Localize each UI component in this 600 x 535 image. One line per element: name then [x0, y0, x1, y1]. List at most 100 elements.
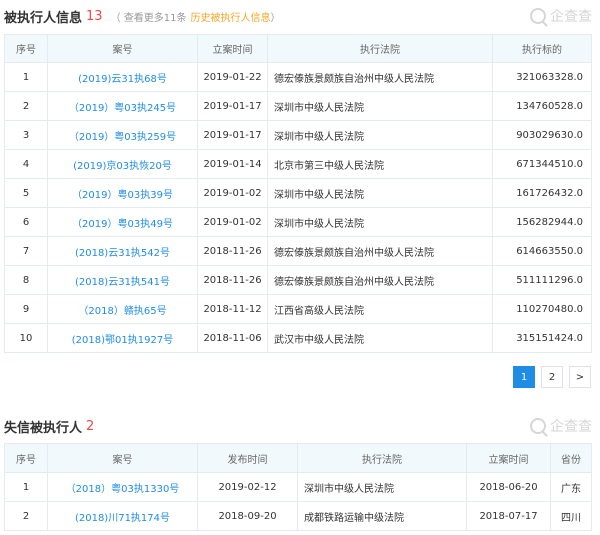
row-number: 1 — [4, 62, 48, 92]
column-header: 序号 — [4, 34, 48, 63]
table-header-row: 序号 案号 发布时间 执行法院 立案时间 省份 — [4, 443, 592, 473]
filing-date: 2018-06-20 — [466, 472, 551, 502]
note-prefix: （ 查看更多11条 — [110, 12, 187, 24]
province: 四川 — [550, 501, 592, 531]
case-number-link[interactable]: (2018)川71执174号 — [47, 501, 198, 531]
execution-amount: 156282944.0 — [492, 207, 592, 237]
case-number-link[interactable]: (2019)云31执68号 — [47, 62, 198, 92]
column-header: 立案时间 — [197, 34, 268, 63]
table-row: 2 （2019）粤03执245号 2019-01-17 深圳市中级人民法院 134760… — [4, 91, 592, 121]
case-number-link[interactable]: (2018)云31执541号 — [47, 265, 198, 295]
dishonest-table: 序号 案号 发布时间 执行法院 立案时间 省份 1 （2018）粤03执1330号 2019-… — [4, 443, 592, 531]
publish-date: 2019-02-12 — [197, 472, 298, 502]
column-header: 执行法院 — [297, 443, 467, 473]
next-page-button[interactable]: > — [569, 366, 591, 388]
row-number: 6 — [4, 207, 48, 237]
table-row: 7 (2018)云31执542号 2018-11-26 德宏傣族景颇族自治州中级人民法… — [4, 236, 592, 266]
column-header: 发布时间 — [197, 443, 298, 473]
qichacha-logo-icon — [530, 418, 546, 434]
executing-court: 深圳市中级人民法院 — [297, 472, 467, 502]
publish-date: 2018-09-20 — [197, 501, 298, 531]
province: 广东 — [550, 472, 592, 502]
filing-date: 2018-11-26 — [197, 265, 268, 295]
execution-amount: 511111296.0 — [492, 265, 592, 295]
column-header: 省份 — [550, 443, 592, 473]
table-row: 8 (2018)云31执541号 2018-11-26 德宏傣族景颇族自治州中级人民法… — [4, 265, 592, 295]
column-header: 立案时间 — [466, 443, 551, 473]
executing-court: 德宏傣族景颇族自治州中级人民法院 — [267, 236, 493, 266]
executing-court: 深圳市中级人民法院 — [267, 120, 493, 150]
execution-amount: 315151424.0 — [492, 323, 592, 353]
execution-amount: 614663550.0 — [492, 236, 592, 266]
executing-court: 深圳市中级人民法院 — [267, 178, 493, 208]
case-number-link[interactable]: （2019）粤03执49号 — [47, 207, 198, 237]
case-number-link[interactable]: (2018)鄂01执1927号 — [47, 323, 198, 353]
row-number: 3 — [4, 120, 48, 150]
page-button-1[interactable]: 1 — [513, 366, 535, 388]
row-number: 1 — [4, 472, 48, 502]
case-number-link[interactable]: （2018）粤03执1330号 — [47, 472, 198, 502]
page-button-2[interactable]: 2 — [541, 366, 563, 388]
table-row: 10 (2018)鄂01执1927号 2018-11-06 武汉市中级人民法院 3151… — [4, 323, 592, 353]
table-header-row: 序号 案号 立案时间 执行法院 执行标的 — [4, 34, 592, 63]
filing-date: 2018-07-17 — [466, 501, 551, 531]
executed-section-note: （ 查看更多11条 历史被执行人信息） — [111, 9, 281, 24]
table-row: 4 (2019)京03执恢20号 2019-01-14 北京市第三中级人民法院 6713… — [4, 149, 592, 179]
dishonest-section-header: 失信被执行人 2 — [4, 416, 94, 436]
case-number-link[interactable]: （2019）粤03执39号 — [47, 178, 198, 208]
executing-court: 德宏傣族景颇族自治州中级人民法院 — [267, 265, 493, 295]
execution-amount: 110270480.0 — [492, 294, 592, 324]
column-header: 执行法院 — [267, 34, 493, 63]
row-number: 8 — [4, 265, 48, 295]
case-number-link[interactable]: （2019）粤03执245号 — [47, 91, 198, 121]
executing-court: 成都铁路运输中级法院 — [297, 501, 467, 531]
case-number-link[interactable]: (2018)云31执542号 — [47, 236, 198, 266]
execution-amount: 671344510.0 — [492, 149, 592, 179]
executing-court: 深圳市中级人民法院 — [267, 207, 493, 237]
execution-amount: 903029630.0 — [492, 120, 592, 150]
executing-court: 武汉市中级人民法院 — [267, 323, 493, 353]
filing-date: 2019-01-17 — [197, 91, 268, 121]
column-header: 序号 — [4, 443, 48, 473]
table-row: 5 （2019）粤03执39号 2019-01-02 深圳市中级人民法院 1617264… — [4, 178, 592, 208]
watermark-text: 企查查 — [550, 419, 592, 435]
qichacha-watermark-2: 企查查 — [530, 415, 592, 437]
filing-date: 2018-11-26 — [197, 236, 268, 266]
case-number-link[interactable]: （2018）赣执65号 — [47, 294, 198, 324]
filing-date: 2019-01-14 — [197, 149, 268, 179]
filing-date: 2019-01-02 — [197, 207, 268, 237]
table-row: 3 （2019）粤03执259号 2019-01-17 深圳市中级人民法院 903029… — [4, 120, 592, 150]
table-row: 1 (2019)云31执68号 2019-01-22 德宏傣族景颇族自治州中级人民法院… — [4, 62, 592, 92]
row-number: 2 — [4, 91, 48, 121]
execution-amount: 321063328.0 — [492, 62, 592, 92]
column-header: 案号 — [47, 34, 198, 63]
column-header: 案号 — [47, 443, 198, 473]
executed-section-header: 被执行人信息 13 （ 查看更多11条 历史被执行人信息） — [4, 6, 280, 26]
filing-date: 2019-01-02 — [197, 178, 268, 208]
table-row: 1 （2018）粤03执1330号 2019-02-12 深圳市中级人民法院 2018-… — [4, 472, 592, 502]
executing-court: 江西省高级人民法院 — [267, 294, 493, 324]
watermark-text: 企查查 — [550, 9, 592, 25]
filing-date: 2018-11-06 — [197, 323, 268, 353]
dishonest-section-count: 2 — [86, 418, 95, 434]
history-executed-link[interactable]: 历史被执行人信息 — [190, 13, 270, 24]
qichacha-watermark: 企查查 — [530, 5, 592, 27]
qichacha-logo-icon — [530, 8, 546, 24]
executing-court: 德宏傣族景颇族自治州中级人民法院 — [267, 62, 493, 92]
filing-date: 2019-01-22 — [197, 62, 268, 92]
case-number-link[interactable]: (2019)京03执恢20号 — [47, 149, 198, 179]
note-suffix: ） — [270, 12, 281, 24]
dishonest-section-title: 失信被执行人 — [4, 420, 83, 436]
row-number: 2 — [4, 501, 48, 531]
table-row: 6 （2019）粤03执49号 2019-01-02 深圳市中级人民法院 1562829… — [4, 207, 592, 237]
column-header: 执行标的 — [492, 34, 592, 63]
pagination: 1 2 > — [513, 366, 591, 388]
row-number: 4 — [4, 149, 48, 179]
row-number: 10 — [4, 323, 48, 353]
case-number-link[interactable]: （2019）粤03执259号 — [47, 120, 198, 150]
filing-date: 2019-01-17 — [197, 120, 268, 150]
execution-amount: 161726432.0 — [492, 178, 592, 208]
row-number: 5 — [4, 178, 48, 208]
execution-amount: 134760528.0 — [492, 91, 592, 121]
executed-section-title: 被执行人信息 — [4, 10, 83, 26]
